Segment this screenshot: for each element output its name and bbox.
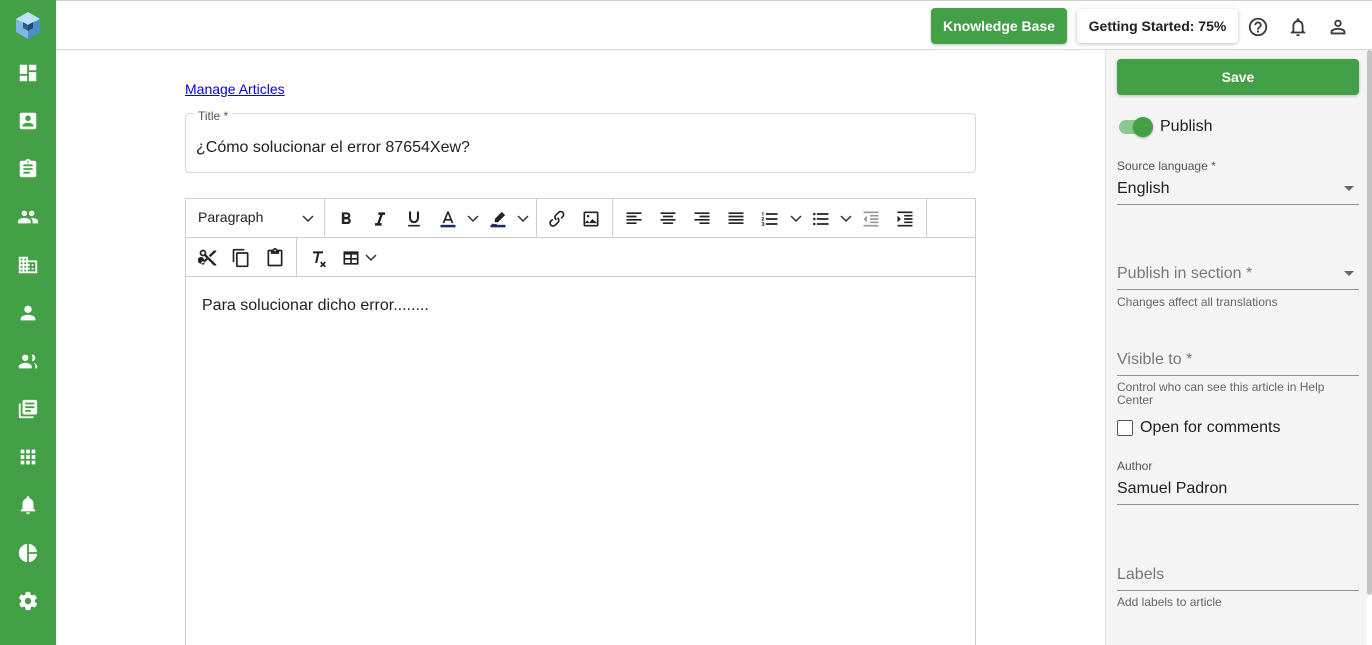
- group-icon[interactable]: [16, 349, 40, 373]
- align-center-icon[interactable]: [656, 207, 680, 231]
- getting-started-button[interactable]: Getting Started: 75%: [1077, 9, 1238, 43]
- cut-icon[interactable]: [196, 246, 220, 270]
- author-input[interactable]: Samuel Padron: [1117, 480, 1227, 498]
- help-icon[interactable]: [1246, 15, 1270, 39]
- highlight-icon[interactable]: [486, 207, 510, 231]
- align-right-icon[interactable]: [690, 207, 714, 231]
- publish-section-help: Changes affect all translations: [1117, 295, 1278, 309]
- link-icon[interactable]: [545, 207, 569, 231]
- notifications-bell-icon[interactable]: [1286, 15, 1310, 39]
- account-person-icon[interactable]: [1326, 15, 1350, 39]
- image-icon[interactable]: [579, 207, 603, 231]
- open-comments-label: Open for comments: [1140, 419, 1281, 436]
- source-language-label: Source language *: [1117, 159, 1216, 173]
- paragraph-chevron-down-icon[interactable]: [301, 211, 315, 225]
- publish-label: Publish: [1160, 118, 1213, 135]
- paragraph-style-select[interactable]: Paragraph: [198, 209, 263, 225]
- text-color-icon[interactable]: [436, 207, 460, 231]
- dashboard-icon[interactable]: [16, 61, 40, 85]
- labels-placeholder: Labels: [1117, 566, 1165, 583]
- numbered-list-chevron-icon[interactable]: [789, 211, 803, 225]
- people-icon[interactable]: [16, 205, 40, 229]
- clear-formatting-icon[interactable]: [306, 246, 330, 270]
- author-label: Author: [1117, 459, 1153, 473]
- manage-articles-link[interactable]: Manage Articles: [185, 81, 285, 97]
- title-label: Title *: [194, 109, 233, 123]
- underline-icon[interactable]: [402, 207, 426, 231]
- publish-section-arrow-icon: [1344, 271, 1354, 276]
- title-input[interactable]: [196, 139, 956, 157]
- paste-icon[interactable]: [263, 246, 287, 270]
- apps-grid-icon[interactable]: [16, 445, 40, 469]
- title-field[interactable]: Title *: [185, 109, 976, 173]
- clipboard-tasks-icon[interactable]: [16, 157, 40, 181]
- bold-icon[interactable]: [334, 207, 358, 231]
- table-icon[interactable]: [339, 246, 363, 270]
- bullet-list-icon[interactable]: [809, 207, 833, 231]
- articles-icon[interactable]: [16, 397, 40, 421]
- source-language-arrow-icon: [1344, 186, 1354, 191]
- building-icon[interactable]: [16, 253, 40, 277]
- bullet-list-chevron-icon[interactable]: [839, 211, 853, 225]
- panel-scrollbar[interactable]: [1367, 50, 1372, 595]
- italic-icon[interactable]: [368, 207, 392, 231]
- publish-section-placeholder: Publish in section *: [1117, 265, 1253, 282]
- outdent-icon[interactable]: [859, 207, 883, 231]
- pie-chart-icon[interactable]: [16, 541, 40, 565]
- labels-help: Add labels to article: [1117, 595, 1222, 609]
- copy-icon[interactable]: [229, 246, 253, 270]
- bell-icon[interactable]: [16, 493, 40, 517]
- align-justify-icon[interactable]: [724, 207, 748, 231]
- settings-gear-icon[interactable]: [16, 589, 40, 613]
- text-color-chevron-icon[interactable]: [466, 211, 480, 225]
- highlight-chevron-icon[interactable]: [516, 211, 530, 225]
- editor-toolbar-row-1: Paragraph: [186, 199, 975, 238]
- table-chevron-icon[interactable]: [364, 250, 378, 264]
- visible-to-placeholder: Visible to *: [1117, 351, 1193, 368]
- contact-card-icon[interactable]: [16, 109, 40, 133]
- source-language-value: English: [1117, 180, 1170, 197]
- editor-toolbar-row-2: [186, 238, 975, 277]
- align-left-icon[interactable]: [622, 207, 646, 231]
- rich-text-editor: Paragraph Para solucionar dicho error...…: [185, 198, 976, 645]
- sidebar: [0, 0, 56, 645]
- article-settings-panel: Save Publish Source language * English P…: [1105, 50, 1367, 645]
- topbar: Knowledge Base Getting Started: 75%: [56, 0, 1372, 50]
- save-button[interactable]: Save: [1117, 59, 1359, 95]
- app-logo-icon[interactable]: [13, 10, 43, 40]
- person-icon[interactable]: [16, 301, 40, 325]
- visible-to-help: Control who can see this article in Help…: [1117, 380, 1325, 407]
- numbered-list-icon[interactable]: [758, 207, 782, 231]
- publish-toggle[interactable]: [1117, 117, 1153, 137]
- editor-content[interactable]: Para solucionar dicho error........: [202, 297, 429, 315]
- open-comments-checkbox[interactable]: [1117, 420, 1133, 436]
- knowledge-base-button[interactable]: Knowledge Base: [931, 8, 1067, 44]
- indent-icon[interactable]: [893, 207, 917, 231]
